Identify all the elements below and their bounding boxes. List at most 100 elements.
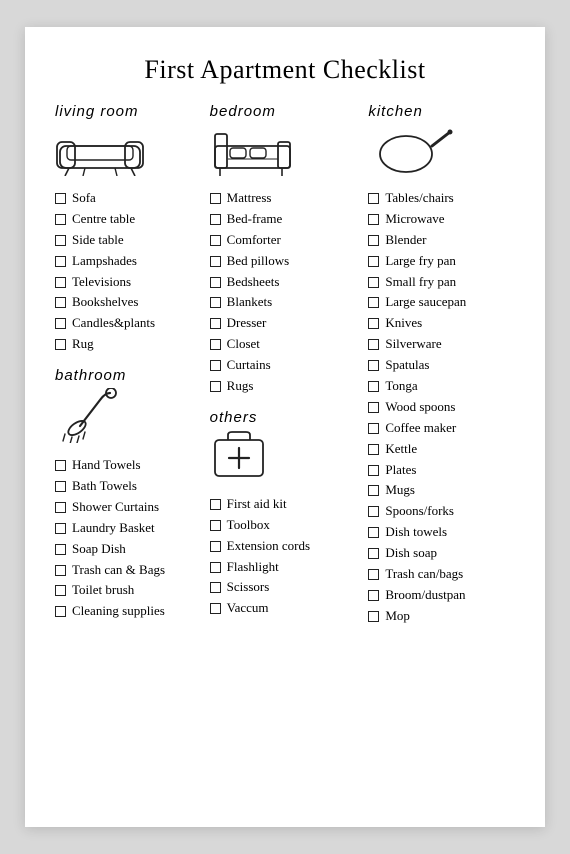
list-item: Small fry pan	[368, 274, 515, 291]
checkbox[interactable]	[55, 256, 66, 267]
checkbox[interactable]	[368, 569, 379, 580]
bedroom-section: bedroom	[210, 103, 357, 182]
others-section: others	[210, 409, 357, 488]
checkbox[interactable]	[55, 544, 66, 555]
checkbox[interactable]	[55, 606, 66, 617]
list-item: Coffee maker	[368, 420, 515, 437]
checkbox[interactable]	[210, 256, 221, 267]
checkbox[interactable]	[55, 318, 66, 329]
others-label: others	[210, 409, 258, 426]
checkbox[interactable]	[55, 235, 66, 246]
list-item: Televisions	[55, 274, 202, 291]
list-item: Knives	[368, 315, 515, 332]
list-item: Kettle	[368, 441, 515, 458]
list-item: Wood spoons	[368, 399, 515, 416]
checkbox[interactable]	[368, 256, 379, 267]
list-item: Bed pillows	[210, 253, 357, 270]
col-right: kitchen Tables/chairs Microwave B	[364, 103, 515, 639]
checkbox[interactable]	[368, 214, 379, 225]
list-item: Scissors	[210, 579, 357, 596]
checkbox[interactable]	[210, 297, 221, 308]
checkbox[interactable]	[55, 339, 66, 350]
checkbox[interactable]	[368, 590, 379, 601]
checkbox[interactable]	[210, 603, 221, 614]
checkbox[interactable]	[210, 381, 221, 392]
bedroom-list: Mattress Bed-frame Comforter Bed pillows…	[210, 190, 357, 395]
checkbox[interactable]	[55, 502, 66, 513]
checkbox[interactable]	[368, 339, 379, 350]
list-item: Centre table	[55, 211, 202, 228]
checkbox[interactable]	[210, 277, 221, 288]
checkbox[interactable]	[210, 214, 221, 225]
list-item: Spoons/forks	[368, 503, 515, 520]
checkbox[interactable]	[55, 193, 66, 204]
list-item: Laundry Basket	[55, 520, 202, 537]
checkbox[interactable]	[210, 582, 221, 593]
list-item: Soap Dish	[55, 541, 202, 558]
list-item: Extension cords	[210, 538, 357, 555]
list-item: Bookshelves	[55, 294, 202, 311]
sofa-icon	[55, 124, 202, 176]
list-item: Trash can/bags	[368, 566, 515, 583]
checkbox[interactable]	[210, 499, 221, 510]
list-item: Blankets	[210, 294, 357, 311]
checkbox[interactable]	[55, 297, 66, 308]
checkbox[interactable]	[368, 297, 379, 308]
checkbox[interactable]	[368, 444, 379, 455]
checkbox[interactable]	[368, 277, 379, 288]
checkbox[interactable]	[368, 402, 379, 413]
checkbox[interactable]	[210, 193, 221, 204]
list-item: Candles&plants	[55, 315, 202, 332]
checkbox[interactable]	[55, 523, 66, 534]
checkbox[interactable]	[210, 339, 221, 350]
bathroom-section: bathroom	[55, 367, 202, 449]
list-item: Side table	[55, 232, 202, 249]
list-item: Cleaning supplies	[55, 603, 202, 620]
list-item: Bed-frame	[210, 211, 357, 228]
checkbox[interactable]	[368, 381, 379, 392]
checkbox[interactable]	[55, 481, 66, 492]
bedroom-label: bedroom	[210, 103, 276, 120]
list-item: First aid kit	[210, 496, 357, 513]
checkbox[interactable]	[368, 527, 379, 538]
checkbox[interactable]	[210, 318, 221, 329]
checkbox[interactable]	[210, 541, 221, 552]
list-item: Blender	[368, 232, 515, 249]
checkbox[interactable]	[368, 611, 379, 622]
checkbox[interactable]	[55, 565, 66, 576]
checkbox[interactable]	[55, 585, 66, 596]
list-item: Rug	[55, 336, 202, 353]
checkbox[interactable]	[368, 318, 379, 329]
list-item: Toilet brush	[55, 582, 202, 599]
checkbox[interactable]	[55, 214, 66, 225]
list-item: Mop	[368, 608, 515, 625]
checkbox[interactable]	[368, 465, 379, 476]
checkbox[interactable]	[368, 506, 379, 517]
checkbox[interactable]	[55, 460, 66, 471]
living-room-section: living room	[55, 103, 202, 182]
col-mid: bedroom	[202, 103, 365, 631]
col-left: living room Sofa	[55, 103, 202, 634]
checkbox[interactable]	[368, 360, 379, 371]
shower-icon	[55, 388, 202, 443]
list-item: Mugs	[368, 482, 515, 499]
checkbox[interactable]	[210, 562, 221, 573]
checkbox[interactable]	[368, 485, 379, 496]
list-item: Broom/dustpan	[368, 587, 515, 604]
list-item: Flashlight	[210, 559, 357, 576]
others-list: First aid kit Toolbox Extension cords Fl…	[210, 496, 357, 617]
checkbox[interactable]	[368, 548, 379, 559]
first-aid-icon	[210, 430, 357, 482]
list-item: Mattress	[210, 190, 357, 207]
checkbox[interactable]	[55, 277, 66, 288]
checkbox[interactable]	[210, 520, 221, 531]
list-item: Dresser	[210, 315, 357, 332]
checkbox[interactable]	[210, 235, 221, 246]
checkbox[interactable]	[210, 360, 221, 371]
checkbox[interactable]	[368, 193, 379, 204]
bathroom-list: Hand Towels Bath Towels Shower Curtains …	[55, 457, 202, 620]
checkbox[interactable]	[368, 235, 379, 246]
list-item: Dish towels	[368, 524, 515, 541]
list-item: Comforter	[210, 232, 357, 249]
checkbox[interactable]	[368, 423, 379, 434]
